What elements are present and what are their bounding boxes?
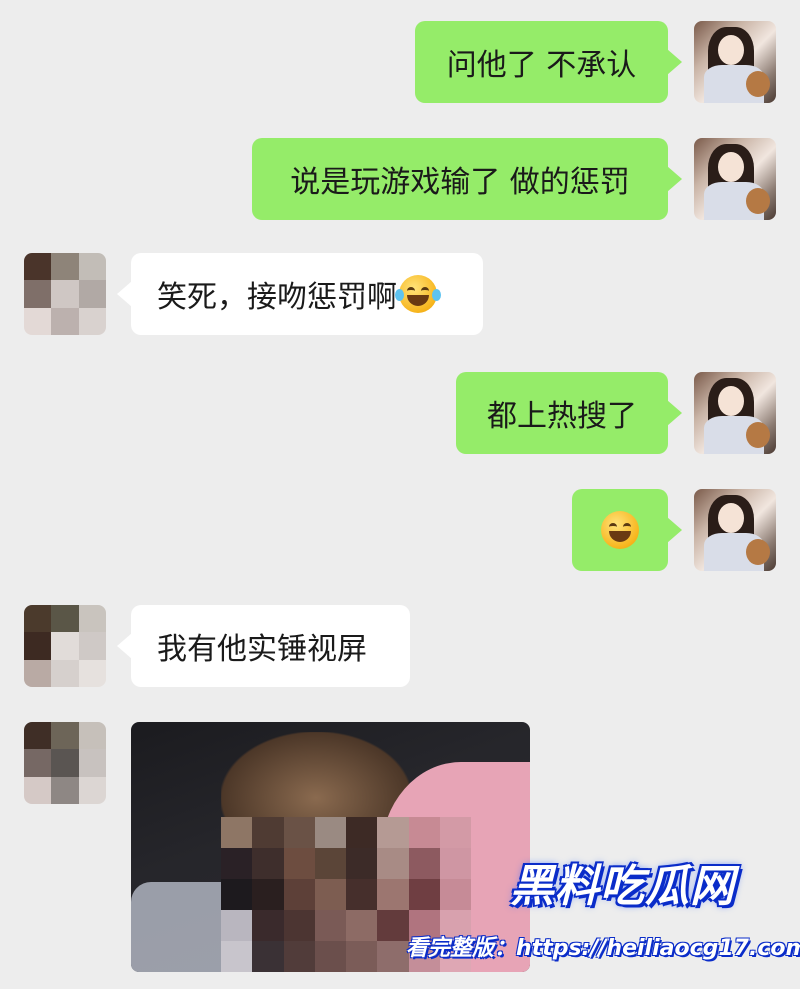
watermark-url: https://heiliaocg17.com [516, 936, 800, 961]
message-text: 都上热搜了 [487, 399, 637, 434]
self-avatar[interactable] [694, 21, 776, 103]
contact-avatar[interactable] [24, 722, 106, 804]
tears-of-joy-emoji [395, 275, 441, 313]
outgoing-message-bubble[interactable]: 问他了 不承认 [415, 21, 682, 103]
watermark-url-line: 看完整版：https://heiliaocg17.com [406, 930, 800, 962]
self-avatar[interactable] [694, 372, 776, 454]
outgoing-message-bubble[interactable] [572, 489, 682, 571]
watermark-prefix: 看完整版： [406, 936, 517, 961]
outgoing-message-bubble[interactable]: 说是玩游戏输了 做的惩罚 [252, 138, 682, 220]
incoming-message-bubble[interactable]: 我有他实锤视屏 [117, 605, 410, 687]
watermark-title: 黑料吃瓜网 [510, 861, 735, 912]
contact-avatar[interactable] [24, 253, 106, 335]
watermark-overlay: 黑料吃瓜网 看完整版：https://heiliaocg17.com [406, 850, 800, 980]
message-text: 说是玩游戏输了 做的惩罚 [290, 165, 630, 200]
contact-avatar[interactable] [24, 605, 106, 687]
message-text: 我有他实锤视屏 [157, 632, 367, 667]
incoming-message-bubble[interactable]: 笑死，接吻惩罚啊 [117, 253, 483, 335]
message-text: 问他了 不承认 [446, 48, 637, 83]
self-avatar[interactable] [694, 489, 776, 571]
message-text: 笑死，接吻惩罚啊 [157, 280, 397, 315]
outgoing-message-bubble[interactable]: 都上热搜了 [456, 372, 682, 454]
grinning-face-emoji [601, 511, 639, 549]
self-avatar[interactable] [694, 138, 776, 220]
